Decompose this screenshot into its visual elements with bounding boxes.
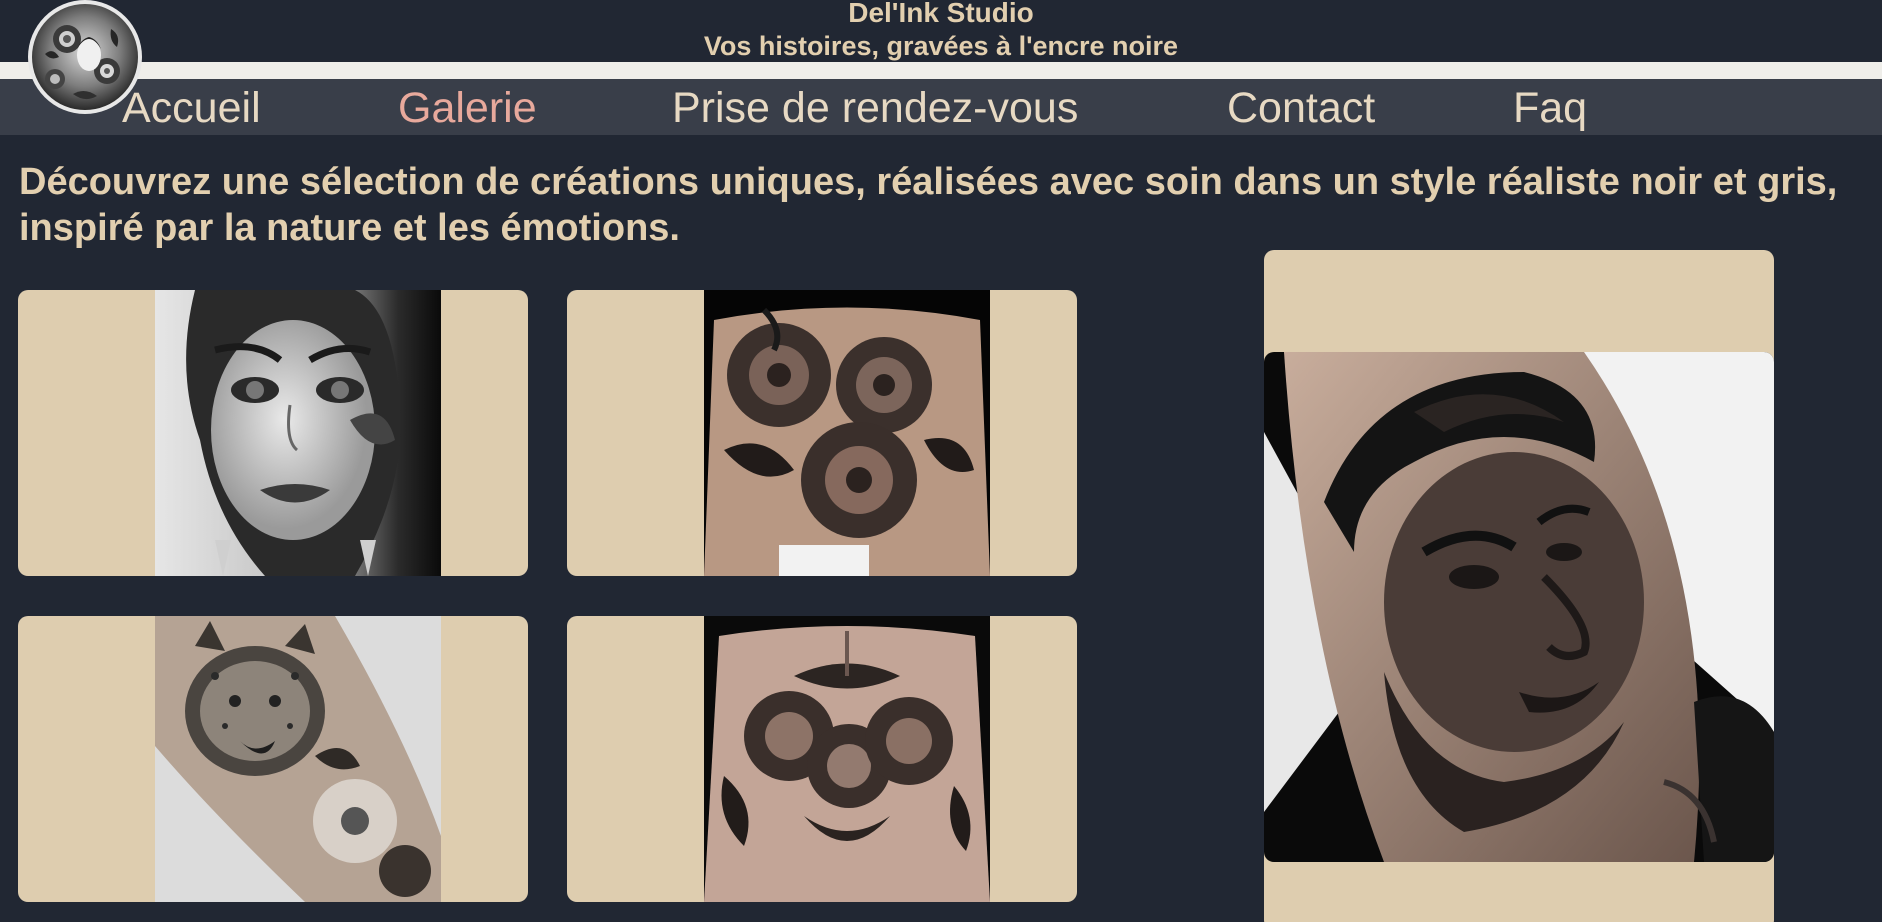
gallery-card[interactable] [567, 616, 1077, 902]
gallery-intro: Découvrez une sélection de créations uni… [19, 161, 1838, 249]
gallery-feature-card[interactable] [1264, 250, 1774, 922]
nav-item-contact[interactable]: Contact [1227, 84, 1375, 132]
nav-item-faq[interactable]: Faq [1513, 84, 1587, 132]
main-nav: Accueil Galerie Prise de rendez-vous Con… [0, 79, 1882, 135]
nav-item-galerie[interactable]: Galerie [398, 84, 537, 132]
header-divider [0, 62, 1882, 79]
gallery-card[interactable] [567, 290, 1077, 576]
site-tagline: Vos histoires, gravées à l'encre noire [703, 31, 1179, 61]
man-portrait-forearm-tattoo-image [1264, 352, 1774, 862]
gallery-card[interactable] [18, 290, 528, 576]
site-title: Del'Ink Studio [848, 0, 1034, 28]
nav-item-prise-de-rendez-vous[interactable]: Prise de rendez-vous [672, 84, 1078, 132]
rose-back-tattoo-image [704, 616, 990, 902]
gallery-card[interactable] [18, 616, 528, 902]
studio-logo-icon[interactable] [25, 0, 145, 116]
leopard-flower-arm-tattoo-image [155, 616, 441, 902]
page: Del'Ink Studio Vos histoires, gravées à … [0, 0, 1882, 922]
site-header: Del'Ink Studio Vos histoires, gravées à … [0, 0, 1882, 62]
flower-back-tattoo-image [704, 290, 990, 576]
woman-portrait-tattoo-image [155, 290, 441, 576]
